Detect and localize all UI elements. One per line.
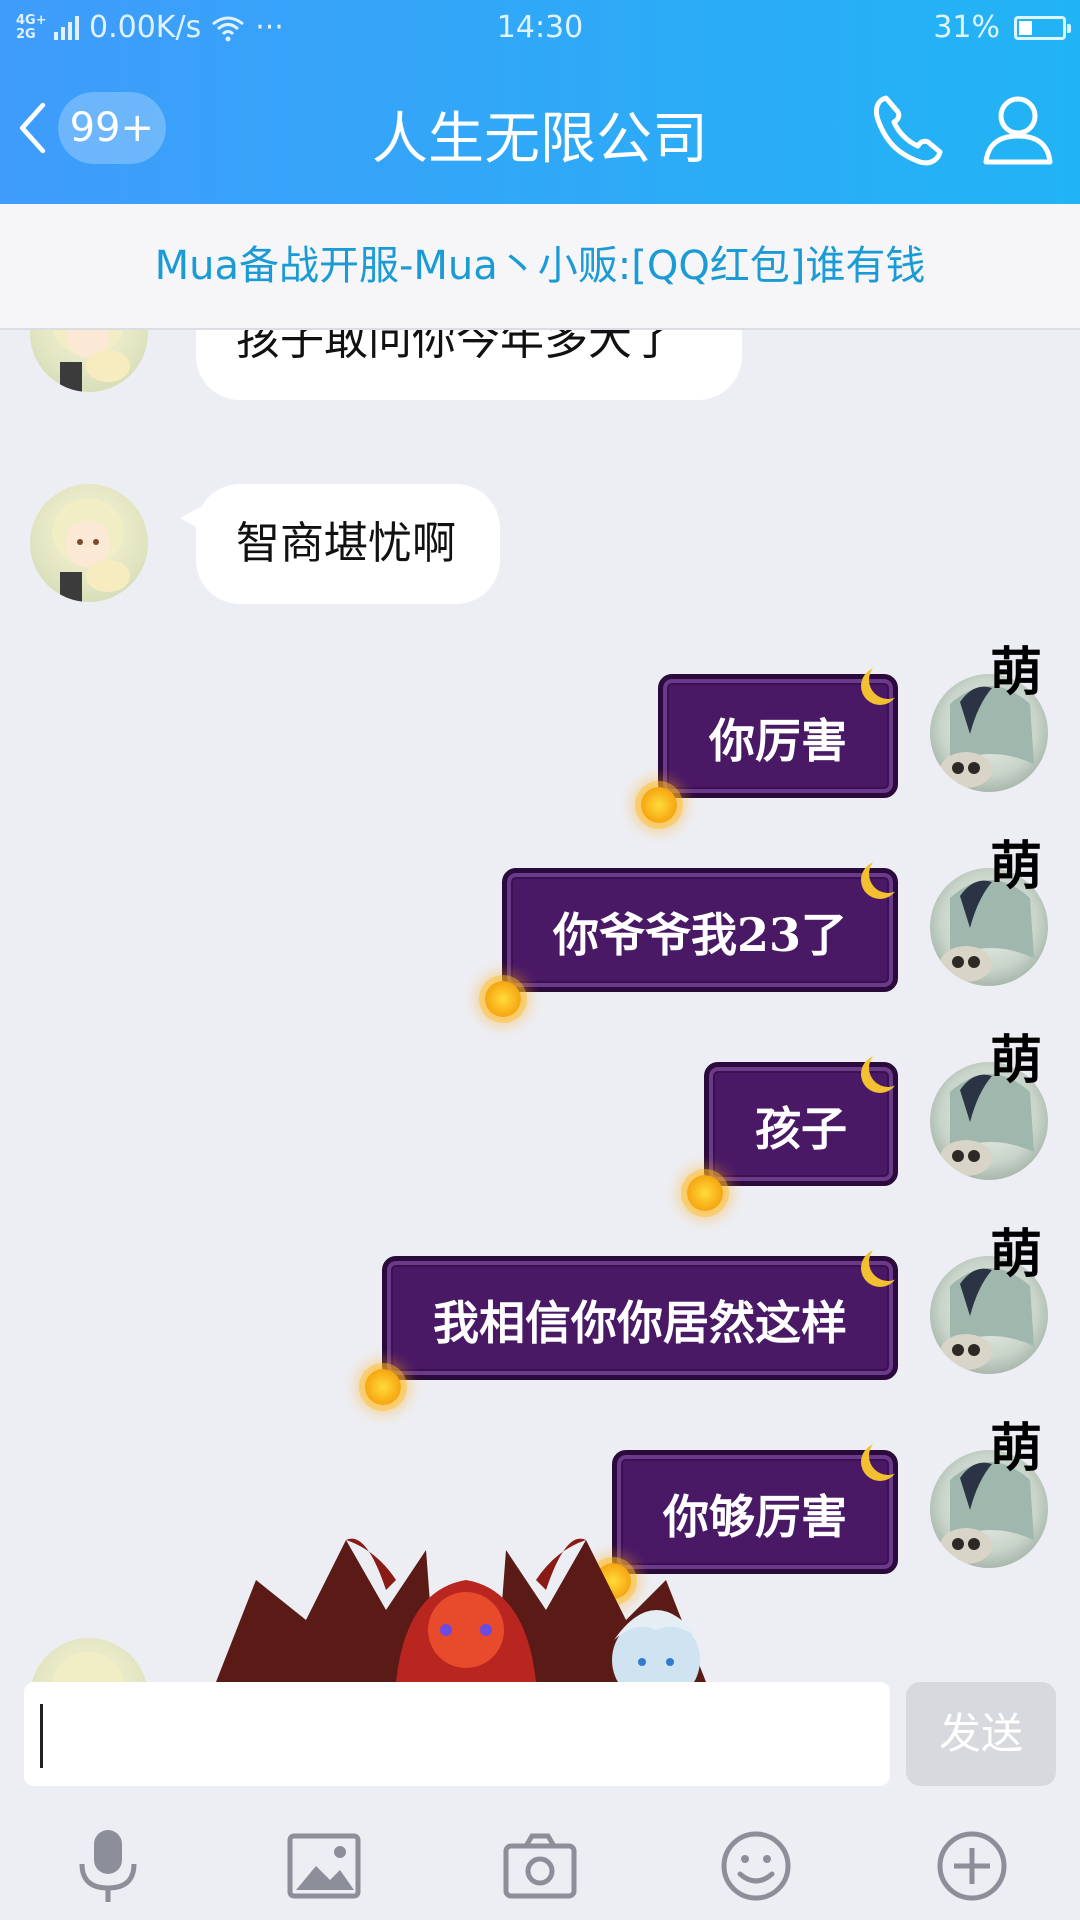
message-text: 孩子 (755, 1102, 847, 1156)
message-text: 你厉害 (709, 714, 847, 768)
moon-icon (869, 855, 907, 893)
member-tag: 萌 (990, 1418, 1043, 1479)
phone-icon[interactable] (868, 90, 948, 170)
battery-fill (1019, 20, 1032, 35)
message-bubble-out[interactable]: 你爷爷我23了 (484, 868, 898, 1017)
sticker-image[interactable] (196, 1330, 716, 1682)
clock: 14:30 (496, 10, 584, 45)
message-bubble-in[interactable]: 智商堪忧啊 (180, 484, 500, 604)
moon-icon (869, 1243, 907, 1281)
message-bubble-in[interactable]: 孩子敢问你今年多大了 (196, 330, 742, 400)
camera-icon[interactable] (500, 1826, 580, 1906)
mic-icon[interactable] (68, 1826, 148, 1906)
send-button[interactable]: 发送 (906, 1682, 1056, 1786)
plus-icon[interactable] (932, 1826, 1012, 1906)
member-tag: 萌 (990, 836, 1043, 897)
unread-badge: 99+ (57, 92, 166, 164)
profile-icon[interactable] (978, 90, 1058, 170)
pinned-notice[interactable]: Mua备战开服-Mua丶小贩:[QQ红包]谁有钱 (0, 204, 1080, 330)
chat-title: 人生无限公司 (372, 107, 708, 172)
chat-screen: 4G+ 2G 0.00K/s ··· 14:30 31% 99+ 人生无限公司 … (0, 0, 1080, 1920)
emoji-icon[interactable] (716, 1826, 796, 1906)
back-button[interactable]: 99+ (16, 88, 166, 168)
title-bar: 99+ 人生无限公司 (0, 58, 1080, 204)
member-tag: 萌 (990, 1224, 1043, 1285)
message-list[interactable]: 孩子敢问你今年多大了 智商堪忧啊 你厉害 萌 你爷爷我23了 萌 孩子 萌 我相… (0, 330, 1080, 1682)
message-text: 你爷爷我23了 (552, 908, 847, 962)
avatar[interactable] (30, 330, 148, 392)
sun-icon (641, 787, 677, 823)
input-toolbar (0, 1804, 1080, 1920)
moon-icon (869, 1437, 907, 1475)
avatar[interactable] (30, 1638, 148, 1682)
image-icon[interactable] (284, 1826, 364, 1906)
message-bubble-out[interactable]: 孩子 (687, 1062, 898, 1211)
avatar[interactable] (30, 484, 148, 602)
text-caret (40, 1704, 43, 1768)
moon-icon (869, 661, 907, 699)
battery-percent: 31% (933, 10, 1000, 45)
member-tag: 萌 (990, 1030, 1043, 1091)
sun-icon (484, 981, 521, 1017)
header: 4G+ 2G 0.00K/s ··· 14:30 31% 99+ 人生无限公司 (0, 0, 1080, 204)
message-input[interactable] (24, 1682, 890, 1786)
input-bar: 发送 (0, 1682, 1080, 1804)
moon-icon (869, 1049, 907, 1087)
status-bar: 4G+ 2G 0.00K/s ··· 14:30 31% (0, 0, 1080, 58)
member-tag: 萌 (990, 642, 1043, 703)
sun-icon (687, 1175, 723, 1211)
battery-icon (1014, 15, 1071, 40)
chevron-left-icon (19, 102, 46, 154)
message-bubble-out[interactable]: 你厉害 (641, 674, 898, 823)
